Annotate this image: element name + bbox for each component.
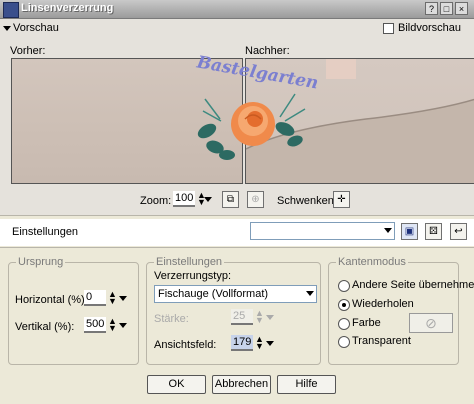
radio-label-wiederholen: Wiederholen [352,298,414,310]
vertical-dropdown-icon[interactable] [119,323,127,328]
vertical-spinner[interactable]: ▲ ▼ [108,317,117,333]
strength-label: Stärke: [154,313,189,325]
strength-dropdown-icon[interactable] [266,315,274,320]
radio-selected-dot [342,303,346,307]
radio-label-transparent: Transparent [352,335,411,347]
horizontal-dropdown-icon[interactable] [119,296,127,301]
vertical-input[interactable]: 500 [84,317,106,333]
zoom-input[interactable]: 100 [173,191,195,207]
save-preset-button[interactable]: ▣ [401,223,418,240]
preset-dropdown[interactable] [250,222,395,240]
settings-bar: Einstellungen ▣ ⚄ ↩ [0,219,474,246]
pan-label: Schwenken: [277,195,337,207]
help-button[interactable]: Hilfe [277,375,336,394]
radio-farbe[interactable] [338,318,350,330]
bildvorschau-checkbox[interactable] [383,23,394,34]
pan-button[interactable]: ✛ [333,191,350,208]
fov-input[interactable]: 179 [231,335,253,351]
ursprung-group: Ursprung [8,256,139,365]
kantenmodus-legend: Kantenmodus [336,256,408,268]
settings-label: Einstellungen [12,226,79,238]
cancel-button[interactable]: Abbrechen [212,375,271,394]
zoom-label: Zoom: [140,195,172,207]
einstellungen-legend: Einstellungen [154,256,225,268]
fov-dropdown-icon[interactable] [266,341,274,346]
horizontal-input[interactable]: 0 [84,290,106,306]
radio-label-andere-seite: Andere Seite übernehmen [352,279,474,291]
collapse-triangle-icon [3,25,11,31]
chevron-down-icon [306,291,314,296]
preview-header-label: Vorschau [13,22,59,34]
fov-label: Ansichtsfeld: [154,339,217,351]
type-label: Verzerrungstyp: [154,270,232,282]
close-button[interactable]: × [455,2,468,15]
horizontal-label: Horizontal (%): [15,294,88,306]
app-icon [3,2,19,18]
radio-label-farbe: Farbe [352,317,381,329]
preview-collapse-toggle[interactable]: Vorschau [3,22,59,34]
fov-spinner[interactable]: ▲ ▼ [255,335,264,351]
color-swatch-disabled[interactable]: ⊘ [409,313,453,333]
ursprung-legend: Ursprung [16,256,66,268]
distortion-type-value: Fischauge (Vollformat) [158,288,269,300]
maximize-button[interactable]: □ [440,2,453,15]
ok-button[interactable]: OK [147,375,206,394]
title-bar: Linsenverzerrung ? □ × [0,0,474,19]
chevron-down-icon [384,228,392,233]
separator [0,215,474,216]
preview-panel: Vorschau Bildvorschau Vorher: Nachher: B… [0,19,474,215]
vertical-label: Vertikal (%): [15,321,75,333]
strength-spinner[interactable]: ▲ ▼ [255,309,264,325]
reset-button[interactable]: ↩ [450,223,467,240]
randomize-button[interactable]: ⚄ [425,223,442,240]
strength-input[interactable]: 25 [231,309,253,325]
radio-transparent[interactable] [338,336,350,348]
window-title: Linsenverzerrung [21,2,114,14]
zoom-dropdown-icon[interactable] [204,197,212,202]
zoom-actual-button[interactable]: ⊕ [247,191,264,208]
separator [0,247,474,248]
after-label: Nachher: [245,45,290,57]
before-label: Vorher: [10,45,46,57]
bildvorschau-label: Bildvorschau [398,22,461,34]
fit-zoom-button[interactable]: ⧉ [222,191,239,208]
radio-wiederholen[interactable] [338,299,350,311]
distortion-type-dropdown[interactable]: Fischauge (Vollformat) [154,285,317,303]
radio-andere-seite[interactable] [338,280,350,292]
help-window-button[interactable]: ? [425,2,438,15]
horizontal-spinner[interactable]: ▲ ▼ [108,290,117,306]
